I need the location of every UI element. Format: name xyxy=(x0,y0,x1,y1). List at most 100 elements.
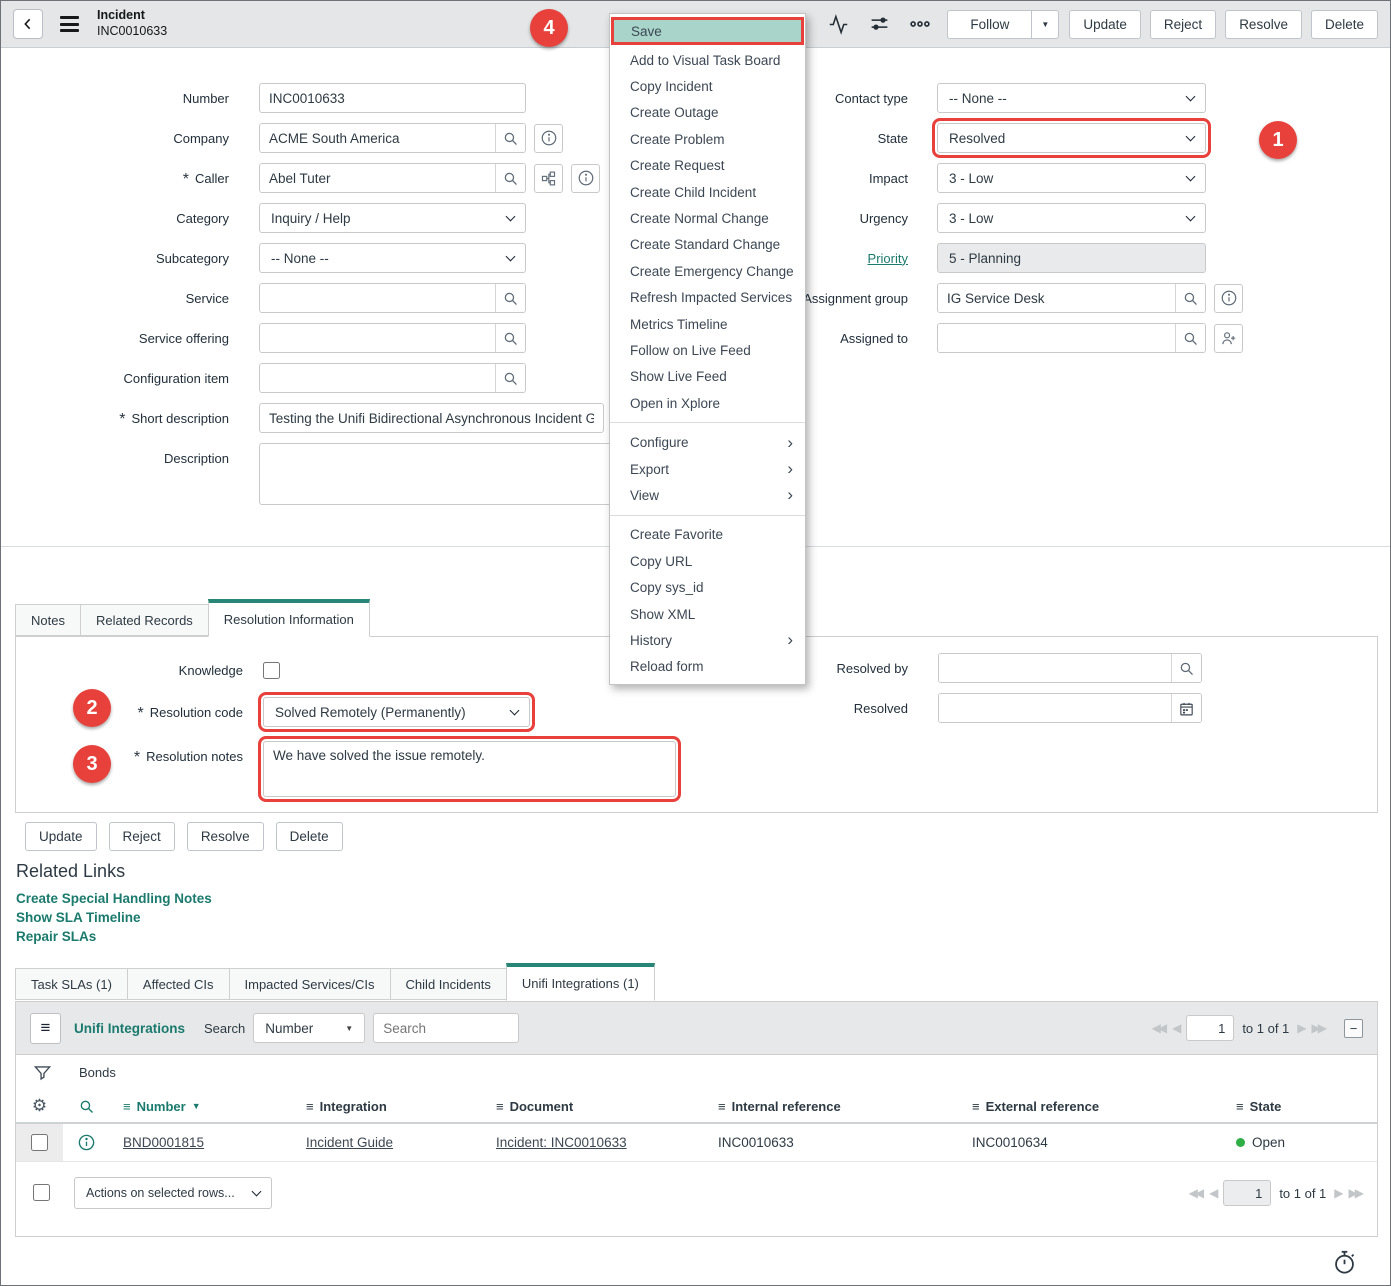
menu-item-copy-incident[interactable]: Copy Incident xyxy=(610,73,805,99)
delete-button-footer[interactable]: Delete xyxy=(276,822,343,851)
menu-item-create-outage[interactable]: Create Outage xyxy=(610,100,805,126)
menu-item-create-child-incident[interactable]: Create Child Incident xyxy=(610,179,805,205)
cell-number-link[interactable]: BND0001815 xyxy=(123,1135,204,1150)
description-textarea[interactable] xyxy=(259,443,641,505)
assigned-to-search-button[interactable] xyxy=(1175,324,1205,352)
column-menu-icon[interactable]: ≡ xyxy=(718,1099,726,1114)
menu-item-open-in-xplore[interactable]: Open in Xplore xyxy=(610,390,805,416)
activity-stream-icon[interactable] xyxy=(827,13,849,35)
company-input[interactable] xyxy=(260,124,495,152)
configuration-item-search-button[interactable] xyxy=(495,364,525,392)
caller-input[interactable] xyxy=(260,164,495,192)
menu-item-export[interactable]: Export› xyxy=(610,456,805,482)
urgency-select[interactable]: 3 - Low xyxy=(937,203,1206,233)
tab-affected-cis[interactable]: Affected CIs xyxy=(127,968,230,1000)
link-create-special-handling-notes[interactable]: Create Special Handling Notes xyxy=(16,891,212,906)
short-description-input[interactable] xyxy=(259,403,604,433)
column-header-external-reference[interactable]: ≡External reference xyxy=(958,1099,1222,1114)
reject-button-footer[interactable]: Reject xyxy=(109,822,175,851)
column-menu-icon[interactable]: ≡ xyxy=(972,1099,980,1114)
first-page-icon[interactable]: ◀◀ xyxy=(1152,1021,1164,1035)
service-offering-input[interactable] xyxy=(260,324,495,352)
update-button[interactable]: Update xyxy=(1069,10,1141,39)
resolved-by-input[interactable] xyxy=(939,654,1171,682)
more-options-icon[interactable] xyxy=(909,13,931,35)
menu-item-view[interactable]: View› xyxy=(610,482,805,508)
tab-unifi-integrations[interactable]: Unifi Integrations (1) xyxy=(506,963,655,1001)
next-page-icon[interactable]: ▶ xyxy=(1334,1186,1340,1200)
menu-item-create-emergency-change[interactable]: Create Emergency Change xyxy=(610,258,805,284)
link-repair-slas[interactable]: Repair SLAs xyxy=(16,929,212,944)
menu-item-configure[interactable]: Configure› xyxy=(610,429,805,455)
service-search-button[interactable] xyxy=(495,284,525,312)
menu-item-history[interactable]: History› xyxy=(610,627,805,653)
update-button-footer[interactable]: Update xyxy=(25,822,97,851)
next-page-icon[interactable]: ▶ xyxy=(1297,1021,1303,1035)
column-menu-icon[interactable]: ≡ xyxy=(1236,1099,1244,1114)
caller-related-records-button[interactable] xyxy=(534,164,563,193)
tab-related-records[interactable]: Related Records xyxy=(80,604,209,636)
personalize-form-icon[interactable] xyxy=(868,13,890,35)
configuration-item-input[interactable] xyxy=(260,364,495,392)
page-number-input[interactable] xyxy=(1186,1015,1234,1041)
priority-link[interactable]: Priority xyxy=(868,251,908,266)
assignment-group-input[interactable] xyxy=(938,284,1175,312)
first-page-icon[interactable]: ◀◀ xyxy=(1189,1186,1201,1200)
menu-item-copy-url[interactable]: Copy URL xyxy=(610,548,805,574)
menu-item-metrics-timeline[interactable]: Metrics Timeline xyxy=(610,311,805,337)
resolved-calendar-button[interactable] xyxy=(1171,694,1201,722)
menu-item-reload-form[interactable]: Reload form xyxy=(610,654,805,680)
service-offering-search-button[interactable] xyxy=(495,324,525,352)
company-search-button[interactable] xyxy=(495,124,525,152)
menu-item-add-to-visual-task-board[interactable]: Add to Visual Task Board xyxy=(610,47,805,73)
assignment-group-search-button[interactable] xyxy=(1175,284,1205,312)
category-select[interactable]: Inquiry / Help xyxy=(259,203,526,233)
collapse-list-button[interactable]: − xyxy=(1344,1019,1363,1038)
tab-resolution-information[interactable]: Resolution Information xyxy=(208,599,370,637)
tab-impacted-services[interactable]: Impacted Services/CIs xyxy=(229,968,391,1000)
impact-select[interactable]: 3 - Low xyxy=(937,163,1206,193)
resolution-code-select[interactable]: Solved Remotely (Permanently) xyxy=(263,697,530,727)
resolved-by-search-button[interactable] xyxy=(1171,654,1201,682)
select-all-checkbox[interactable] xyxy=(33,1184,50,1201)
delete-button[interactable]: Delete xyxy=(1311,10,1378,39)
column-header-document[interactable]: ≡Document xyxy=(482,1099,704,1114)
tab-task-slas[interactable]: Task SLAs (1) xyxy=(15,968,128,1000)
caller-search-button[interactable] xyxy=(495,164,525,192)
caller-preview-button[interactable] xyxy=(571,164,600,193)
last-page-icon[interactable]: ▶▶ xyxy=(1349,1186,1361,1200)
resolve-button-footer[interactable]: Resolve xyxy=(187,822,264,851)
follow-dropdown-button[interactable]: ▼ xyxy=(1032,10,1059,39)
list-search-input[interactable] xyxy=(373,1013,519,1043)
menu-item-create-standard-change[interactable]: Create Standard Change xyxy=(610,232,805,258)
row-checkbox[interactable] xyxy=(31,1134,48,1151)
column-header-state[interactable]: ≡State xyxy=(1222,1099,1377,1114)
previous-page-icon[interactable]: ◀ xyxy=(1209,1186,1215,1200)
menu-item-save[interactable]: Save xyxy=(611,17,804,45)
assigned-to-input[interactable] xyxy=(938,324,1175,352)
last-page-icon[interactable]: ▶▶ xyxy=(1312,1021,1324,1035)
tab-child-incidents[interactable]: Child Incidents xyxy=(390,968,507,1000)
column-menu-icon[interactable]: ≡ xyxy=(496,1099,504,1114)
service-input[interactable] xyxy=(260,284,495,312)
state-select[interactable]: Resolved xyxy=(937,123,1206,153)
assign-to-me-button[interactable] xyxy=(1214,324,1243,353)
assignment-group-preview-button[interactable] xyxy=(1214,284,1243,313)
menu-item-follow-on-live-feed[interactable]: Follow on Live Feed xyxy=(610,337,805,363)
list-search-field-select[interactable]: Number▼ xyxy=(253,1013,365,1043)
resolve-button[interactable]: Resolve xyxy=(1225,10,1302,39)
info-icon[interactable] xyxy=(77,1133,96,1152)
list-context-menu-button[interactable]: ≡ xyxy=(30,1013,61,1044)
resolution-notes-textarea[interactable]: We have solved the issue remotely. xyxy=(263,741,676,797)
column-menu-icon[interactable]: ≡ xyxy=(123,1099,131,1114)
menu-item-copy-sys-id[interactable]: Copy sys_id xyxy=(610,574,805,600)
filter-funnel-icon[interactable] xyxy=(33,1063,52,1082)
context-menu-button[interactable] xyxy=(60,16,79,32)
menu-item-create-request[interactable]: Create Request xyxy=(610,153,805,179)
previous-page-icon[interactable]: ◀ xyxy=(1172,1021,1178,1035)
filter-breadcrumb-label[interactable]: Bonds xyxy=(79,1065,116,1080)
contact-type-select[interactable]: -- None -- xyxy=(937,83,1206,113)
menu-item-refresh-impacted-services[interactable]: Refresh Impacted Services xyxy=(610,285,805,311)
back-button[interactable] xyxy=(13,9,43,39)
knowledge-checkbox[interactable] xyxy=(263,662,280,679)
